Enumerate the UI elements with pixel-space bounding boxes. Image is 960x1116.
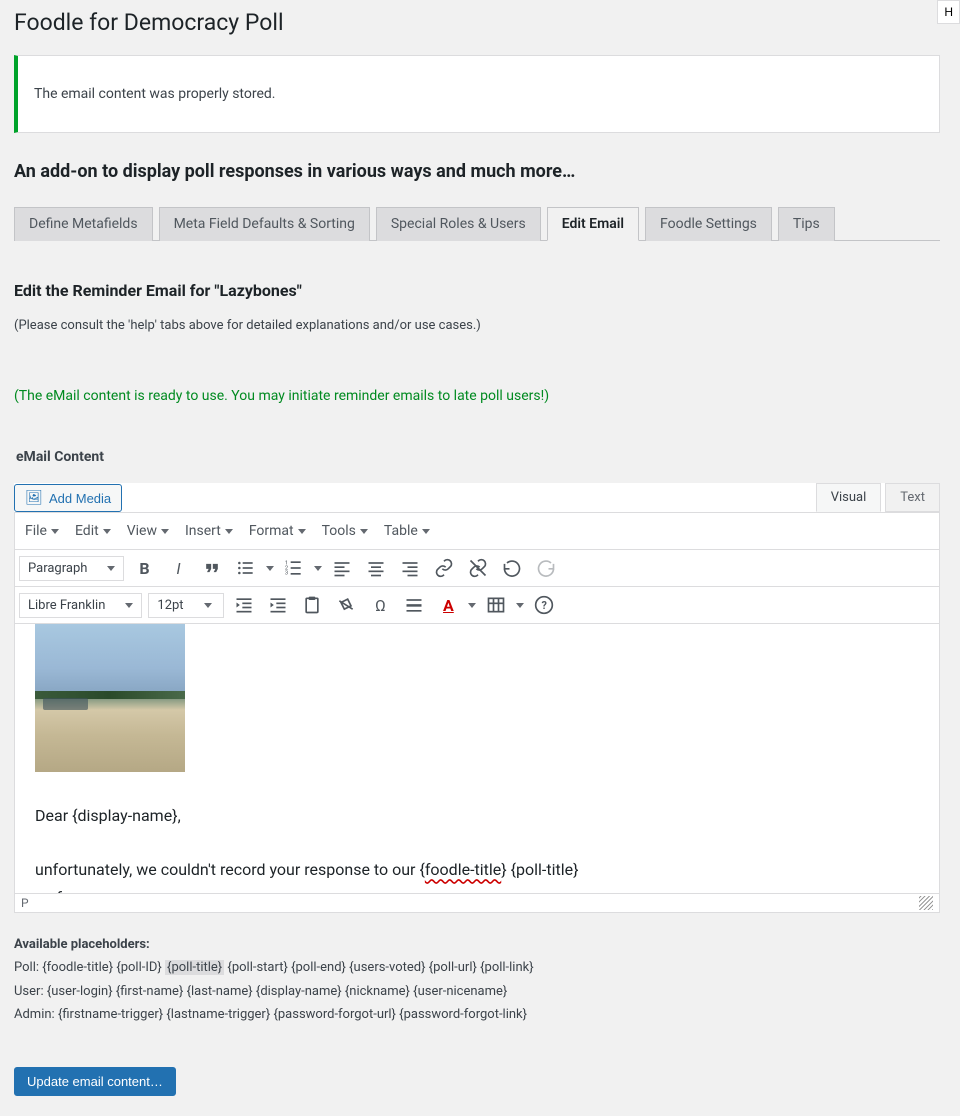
user-items: {user-login} {first-name} {last-name} {d… [47,984,508,999]
help-icon-button[interactable]: ? [530,591,558,619]
success-notice: The email content was properly stored. [14,55,940,133]
poll-title-highlight: {poll-title} [165,960,224,975]
editor-tab-text[interactable]: Text [885,483,940,512]
media-icon [25,489,43,507]
table-caret[interactable] [516,603,524,608]
toolbar-2: Libre Franklin 12pt Ω A ? [14,587,940,624]
toolbar-1: Paragraph B I 123 [14,550,940,587]
unlink-button[interactable] [464,554,492,582]
editor-tab-visual[interactable]: Visual [816,483,882,512]
beach-image[interactable] [35,624,185,772]
editor-status-bar: P [14,894,940,913]
poll-label: Poll: [14,960,39,975]
tab-edit-email[interactable]: Edit Email [547,207,639,241]
help-button[interactable]: H [937,0,960,24]
text-color-caret[interactable] [468,603,476,608]
menu-insert[interactable]: Insert [179,519,239,543]
editor: Add Media Visual Text File Edit View Ins… [14,483,940,913]
editor-content[interactable]: Dear {display-name}, unfortunately, we c… [14,624,940,894]
menubar: File Edit View Insert Format Tools Table [14,512,940,550]
text-color-button[interactable]: A [434,591,462,619]
tab-wrapper: Define Metafields Meta Field Defaults & … [14,202,940,241]
align-right-button[interactable] [396,554,424,582]
font-select[interactable]: Libre Franklin [19,593,142,618]
admin-items: {firstname-trigger} {lastname-trigger} {… [58,1007,527,1022]
numbered-list-caret[interactable] [314,566,322,571]
page-title: Foodle for Democracy Poll [14,0,940,40]
user-label: User: [14,984,44,999]
status-path: P [21,896,29,910]
email-line-1: unfortunately, we couldn't record your r… [35,856,919,883]
bullet-list-button[interactable] [232,554,260,582]
email-greeting: Dear {display-name}, [35,802,919,829]
tab-define-metafields[interactable]: Define Metafields [14,207,153,241]
update-email-button[interactable]: Update email content… [14,1067,176,1096]
menu-format[interactable]: Format [243,519,312,543]
align-left-button[interactable] [328,554,356,582]
poll-items-b: {poll-start} {poll-end} {users-voted} {p… [224,960,533,975]
tab-tips[interactable]: Tips [778,207,835,241]
add-media-button[interactable]: Add Media [14,484,122,512]
svg-text:?: ? [542,599,547,612]
admin-label: Admin: [14,1007,55,1022]
hr-button[interactable] [400,591,428,619]
menu-view[interactable]: View [121,519,175,543]
special-char-button[interactable]: Ω [366,591,394,619]
link-button[interactable] [430,554,458,582]
bold-button[interactable]: B [130,554,158,582]
align-center-button[interactable] [362,554,390,582]
format-select[interactable]: Paragraph [19,556,124,581]
bullet-list-caret[interactable] [266,566,274,571]
tab-foodle-settings[interactable]: Foodle Settings [645,207,772,241]
help-text: (Please consult the 'help' tabs above fo… [14,318,940,333]
table-button[interactable] [482,591,510,619]
tab-special-roles[interactable]: Special Roles & Users [376,207,541,241]
numbered-list-button[interactable]: 123 [280,554,308,582]
fontsize-select[interactable]: 12pt [148,593,224,618]
subtitle: An add-on to display poll responses in v… [14,161,940,182]
content-label: eMail Content [16,449,940,465]
blockquote-button[interactable] [198,554,226,582]
outdent-button[interactable] [230,591,258,619]
tab-meta-field-defaults[interactable]: Meta Field Defaults & Sorting [159,207,370,241]
ready-text: (The eMail content is ready to use. You … [14,388,940,404]
clear-format-button[interactable] [332,591,360,619]
add-media-label: Add Media [49,491,111,506]
placeholders-heading: Available placeholders: [14,937,150,952]
undo-button[interactable] [498,554,526,582]
resize-handle[interactable] [919,896,933,910]
notice-message: The email content was properly stored. [34,86,276,102]
redo-button[interactable] [532,554,560,582]
email-line-2: so far [35,884,919,894]
section-title: Edit the Reminder Email for "Lazybones" [14,281,940,300]
indent-button[interactable] [264,591,292,619]
poll-items-a: {foodle-title} {poll-ID} [42,960,165,975]
menu-table[interactable]: Table [378,519,436,543]
menu-edit[interactable]: Edit [69,519,117,543]
menu-tools[interactable]: Tools [316,519,374,543]
italic-button[interactable]: I [164,554,192,582]
menu-file[interactable]: File [19,519,65,543]
paste-button[interactable] [298,591,326,619]
placeholders-section: Available placeholders: Poll: {foodle-ti… [14,933,940,1027]
svg-text:3: 3 [285,571,288,577]
